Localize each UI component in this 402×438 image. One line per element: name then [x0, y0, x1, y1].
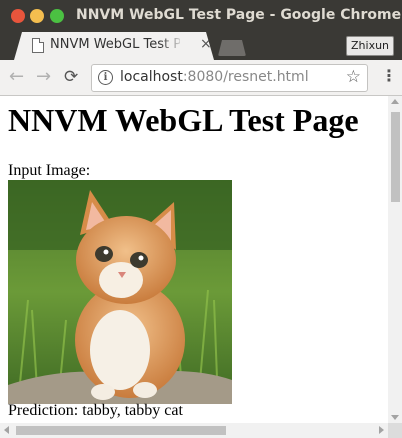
scroll-left-arrow-icon[interactable] — [4, 426, 9, 434]
url-text[interactable]: localhost:8080/resnet.html — [120, 69, 309, 85]
minimize-dot-icon[interactable] — [30, 9, 44, 23]
close-dot-icon[interactable] — [11, 9, 25, 23]
title-bar: NNVM WebGL Test Page - Google Chrome — [0, 0, 402, 32]
menu-icon[interactable]: ⋮ — [381, 66, 397, 86]
kitten-photo — [8, 180, 232, 404]
scroll-up-arrow-icon[interactable] — [391, 99, 399, 104]
scroll-down-arrow-icon[interactable] — [391, 415, 399, 420]
page-viewport: NNVM WebGL Test Page Input Image: Predic… — [0, 96, 402, 438]
page-favicon-icon — [32, 38, 44, 53]
page-heading: NNVM WebGL Test Page — [8, 102, 359, 138]
horizontal-scroll-thumb[interactable] — [16, 426, 226, 435]
url-path: :8080/resnet.html — [182, 69, 309, 85]
address-bar[interactable]: i localhost:8080/resnet.html ☆ — [91, 64, 368, 92]
scrollbar-corner — [388, 423, 402, 438]
maximize-dot-icon[interactable] — [50, 9, 64, 23]
profile-button[interactable]: Zhixun — [346, 36, 395, 56]
scroll-right-arrow-icon[interactable] — [379, 426, 384, 434]
prediction-text: Prediction: tabby, tabby cat — [8, 402, 183, 419]
bookmark-star-icon[interactable]: ☆ — [346, 67, 361, 87]
back-arrow-icon[interactable]: ← — [9, 67, 24, 87]
new-tab-button[interactable] — [218, 40, 246, 56]
url-host: localhost — [120, 69, 183, 85]
forward-arrow-icon[interactable]: → — [36, 67, 51, 87]
reload-icon[interactable]: ⟳ — [64, 67, 78, 87]
input-image — [8, 180, 232, 404]
horizontal-scrollbar[interactable] — [0, 423, 388, 438]
input-image-label: Input Image: — [8, 162, 91, 179]
browser-toolbar: ← → ⟳ i localhost:8080/resnet.html ☆ ⋮ — [0, 60, 402, 96]
window-title: NNVM WebGL Test Page - Google Chrome — [76, 7, 402, 23]
tab-active[interactable]: NNVM WebGL Test Page × — [14, 32, 214, 60]
tab-label-fade — [160, 35, 184, 55]
tab-strip: NNVM WebGL Test Page × Zhixun — [0, 32, 402, 60]
vertical-scrollbar[interactable] — [388, 96, 402, 423]
info-icon[interactable]: i — [98, 70, 113, 85]
tab-close-icon[interactable]: × — [200, 36, 212, 52]
vertical-scroll-thumb[interactable] — [391, 112, 400, 202]
page-content: NNVM WebGL Test Page Input Image: Predic… — [0, 96, 388, 423]
